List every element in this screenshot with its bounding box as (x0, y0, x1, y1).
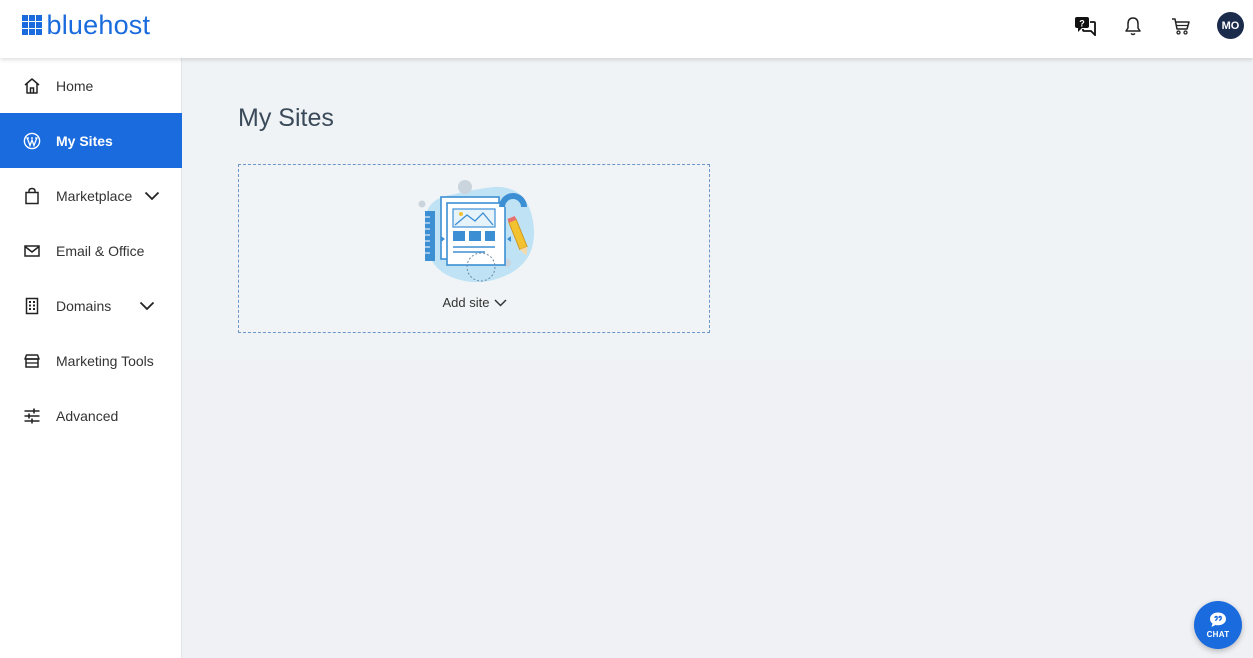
storefront-icon (23, 352, 41, 370)
sidebar-item-email-office[interactable]: Email & Office (0, 223, 182, 278)
home-icon (23, 77, 41, 95)
sidebar-item-my-sites[interactable]: My Sites (0, 113, 182, 168)
sidebar-item-label: Marketplace (56, 187, 133, 204)
sidebar-item-label: My Sites (56, 132, 113, 149)
sidebar-item-label: Advanced (56, 407, 119, 424)
user-avatar[interactable]: MO (1217, 12, 1244, 39)
bell-icon[interactable] (1121, 14, 1145, 38)
sidebar-item-label: Email & Office (56, 242, 145, 259)
sidebar-item-label: Domains (56, 297, 112, 314)
logo-text: bluehost (46, 10, 151, 40)
sliders-icon (23, 407, 41, 425)
sidebar-item-label: Home (56, 77, 94, 94)
website-builder-illustration (415, 177, 539, 290)
page-title: My Sites (238, 104, 334, 132)
sidebar-item-advanced[interactable]: Advanced (0, 388, 182, 443)
help-chat-icon[interactable]: ? (1073, 14, 1097, 38)
logo-grid-icon (22, 15, 42, 35)
sidebar-item-label: Marketing Tools (56, 352, 154, 369)
add-site-label: Add site (442, 295, 490, 310)
chevron-down-icon[interactable] (139, 301, 155, 311)
sidebar-item-home[interactable]: Home (0, 58, 182, 113)
sidebar-item-domains[interactable]: Domains (0, 278, 182, 333)
building-icon (23, 297, 41, 315)
sidebar-item-marketplace[interactable]: Marketplace (0, 168, 182, 223)
chat-label: CHAT (1206, 630, 1230, 639)
svg-text:?: ? (1079, 19, 1085, 29)
envelope-icon (23, 242, 41, 260)
add-site-dropdown[interactable]: Add site (239, 295, 711, 310)
chevron-down-icon (494, 298, 508, 307)
chevron-down-icon[interactable] (144, 191, 160, 201)
bag-icon (23, 187, 41, 205)
chat-button[interactable]: CHAT (1194, 601, 1242, 649)
wordpress-icon (23, 132, 41, 150)
sidebar: Home My Sites Marketplace Email & Office… (0, 58, 182, 658)
cart-icon[interactable] (1169, 14, 1193, 38)
add-site-card[interactable]: Add site (238, 164, 710, 333)
top-header: bluehost ? MO (0, 0, 1253, 58)
sidebar-item-marketing-tools[interactable]: Marketing Tools (0, 333, 182, 388)
chat-bubble-icon (1210, 612, 1226, 627)
bluehost-logo[interactable]: bluehost (22, 11, 150, 39)
